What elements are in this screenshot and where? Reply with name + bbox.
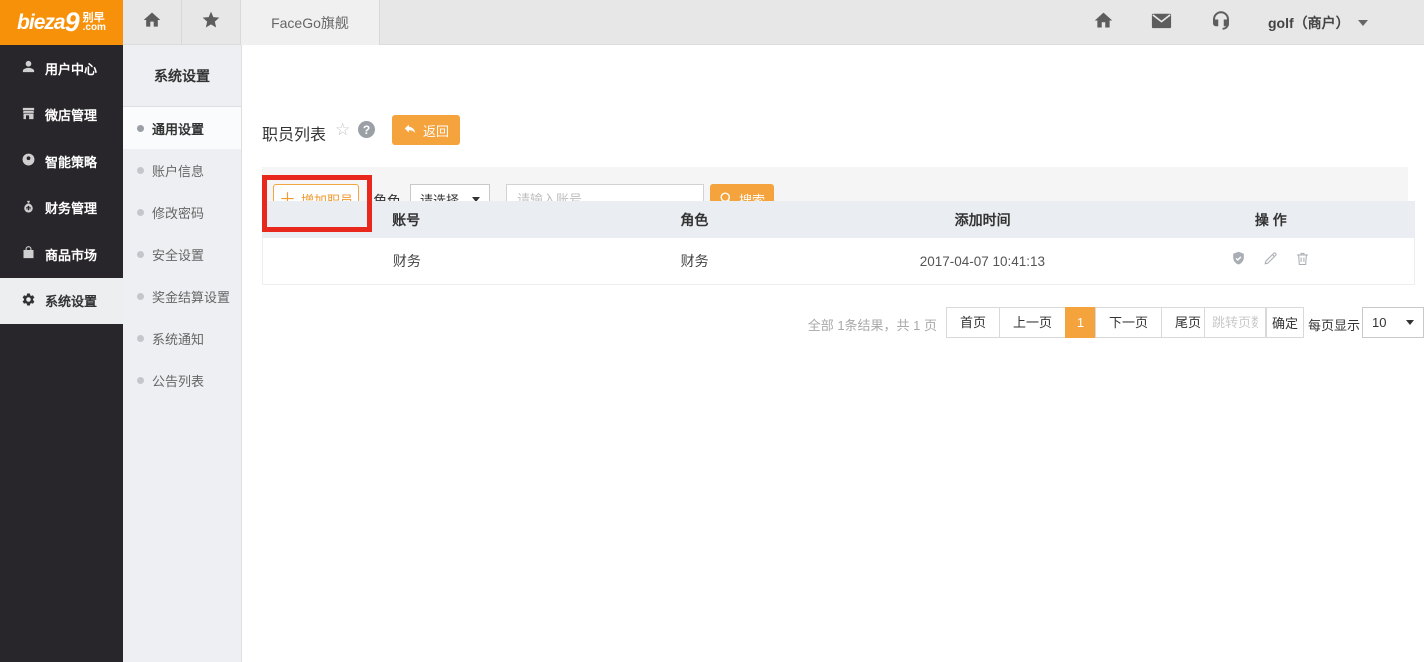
subsidebar-item-label: 通用设置 [152, 119, 204, 138]
sidebar-item-product-market[interactable]: 商品市场 [0, 231, 123, 278]
column-header-actions: 操 作 [1127, 210, 1415, 230]
headset-icon [1210, 9, 1232, 36]
employee-table: 账号 角色 添加时间 操 作 财务 财务 2017-04-07 10:41:13 [262, 201, 1415, 285]
subsidebar-item-label: 奖金结算设置 [152, 287, 230, 306]
pager: 首页 上一页 1 下一页 尾页 [947, 307, 1215, 338]
store-icon [21, 106, 36, 124]
per-page-label: 每页显示 [1308, 315, 1360, 334]
back-button-label: 返回 [423, 121, 449, 140]
gear-icon [21, 292, 36, 310]
column-header-account: 账号 [262, 210, 550, 230]
market-icon [21, 245, 36, 263]
permission-shield-icon[interactable] [1230, 250, 1247, 272]
secondary-sidebar: 系统设置 通用设置 账户信息 修改密码 安全设置 奖金结算设置 系统通知 公告列… [123, 45, 242, 662]
back-button[interactable]: 返回 [392, 115, 460, 145]
subsidebar-item-bonus-settlement[interactable]: 奖金结算设置 [123, 275, 241, 317]
brand-logo[interactable]: bieza9 别早 .com [0, 0, 123, 45]
subsidebar-item-label: 系统通知 [152, 329, 204, 348]
column-header-role: 角色 [550, 210, 838, 230]
home-icon [1093, 10, 1114, 36]
sidebar-item-finance-management[interactable]: 财务管理 [0, 185, 123, 232]
sidebar-item-label: 财务管理 [45, 198, 97, 217]
logo-domain: .com [83, 23, 106, 33]
main-content: 职员列表 ☆ ? 返回 ＋ 增加职员 角色 请选择 搜索 账号 角色 [242, 45, 1424, 662]
subsidebar-item-change-password[interactable]: 修改密码 [123, 191, 241, 233]
sidebar-item-label: 用户中心 [45, 59, 97, 78]
topbar-favorites-tab[interactable] [182, 0, 241, 45]
per-page-value: 10 [1372, 315, 1386, 330]
cell-added-time: 2017-04-07 10:41:13 [839, 254, 1127, 269]
edit-pencil-icon[interactable] [1262, 250, 1279, 272]
sidebar-item-store-management[interactable]: 微店管理 [0, 92, 123, 139]
topbar-home-tab[interactable] [123, 0, 182, 45]
column-header-added-time: 添加时间 [839, 210, 1127, 230]
sidebar-item-label: 智能策略 [45, 152, 97, 171]
bullet-icon [137, 209, 144, 216]
bullet-icon [137, 251, 144, 258]
workspace-tab[interactable]: FaceGo旗舰 [241, 0, 380, 45]
subsidebar-item-label: 账户信息 [152, 161, 204, 180]
sidebar-item-smart-strategy[interactable]: 智能策略 [0, 138, 123, 185]
jump-confirm-button[interactable]: 确定 [1266, 307, 1304, 338]
sidebar-item-label: 商品市场 [45, 245, 97, 264]
table-header-row: 账号 角色 添加时间 操 作 [262, 201, 1415, 238]
result-summary: 全部 1条结果，共 1 页 [782, 315, 937, 334]
page-first-button[interactable]: 首页 [946, 307, 1000, 338]
table-row: 财务 财务 2017-04-07 10:41:13 [262, 238, 1415, 285]
topbar-support-button[interactable] [1201, 0, 1241, 45]
delete-trash-icon[interactable] [1294, 250, 1311, 272]
page-next-button[interactable]: 下一页 [1095, 307, 1162, 338]
primary-sidebar: 用户中心 微店管理 智能策略 财务管理 商品市场 系统设置 [0, 45, 123, 662]
page-prev-button[interactable]: 上一页 [999, 307, 1066, 338]
topbar-home-button[interactable] [1083, 0, 1123, 45]
bullet-icon [137, 125, 144, 132]
logo-cn: 别早 [83, 13, 106, 23]
favorite-star-icon[interactable]: ☆ [335, 120, 350, 140]
mail-icon [1150, 9, 1173, 37]
bullet-icon [137, 167, 144, 174]
per-page-select[interactable]: 10 [1362, 307, 1424, 338]
help-icon[interactable]: ? [358, 121, 375, 138]
logo-numeral: 9 [65, 7, 80, 38]
strategy-icon [21, 152, 36, 170]
home-icon [142, 10, 162, 35]
page-title: 职员列表 [262, 121, 326, 145]
user-menu-label: golf（商户） [1268, 13, 1350, 33]
sidebar-item-user-center[interactable]: 用户中心 [0, 45, 123, 92]
finance-icon [21, 199, 36, 217]
cell-role: 财务 [551, 251, 839, 271]
subsidebar-item-label: 安全设置 [152, 245, 204, 264]
sidebar-item-system-settings[interactable]: 系统设置 [0, 278, 123, 325]
bullet-icon [137, 335, 144, 342]
topbar-messages-button[interactable] [1141, 0, 1181, 45]
cell-account: 财务 [263, 251, 551, 271]
subsidebar-item-account-info[interactable]: 账户信息 [123, 149, 241, 191]
topbar: bieza9 别早 .com FaceGo旗舰 golf（商户） [0, 0, 1424, 45]
user-icon [21, 59, 36, 77]
subsidebar-item-security-settings[interactable]: 安全设置 [123, 233, 241, 275]
star-icon [201, 10, 221, 35]
cell-actions [1126, 250, 1414, 272]
subsidebar-title: 系统设置 [123, 45, 241, 107]
chevron-down-icon [1358, 20, 1368, 26]
user-menu[interactable]: golf（商户） [1268, 0, 1368, 45]
sidebar-item-label: 微店管理 [45, 105, 97, 124]
subsidebar-item-label: 修改密码 [152, 203, 204, 222]
bullet-icon [137, 293, 144, 300]
subsidebar-item-announcement-list[interactable]: 公告列表 [123, 359, 241, 401]
subsidebar-item-general-settings[interactable]: 通用设置 [123, 107, 241, 149]
sidebar-item-label: 系统设置 [45, 291, 97, 310]
reply-arrow-icon [403, 122, 417, 139]
bullet-icon [137, 377, 144, 384]
chevron-down-icon [1406, 320, 1414, 325]
jump-page-input[interactable] [1204, 307, 1266, 338]
logo-text: bieza [17, 11, 65, 35]
subsidebar-item-system-notice[interactable]: 系统通知 [123, 317, 241, 359]
page-current-button[interactable]: 1 [1065, 307, 1096, 338]
subsidebar-item-label: 公告列表 [152, 371, 204, 390]
